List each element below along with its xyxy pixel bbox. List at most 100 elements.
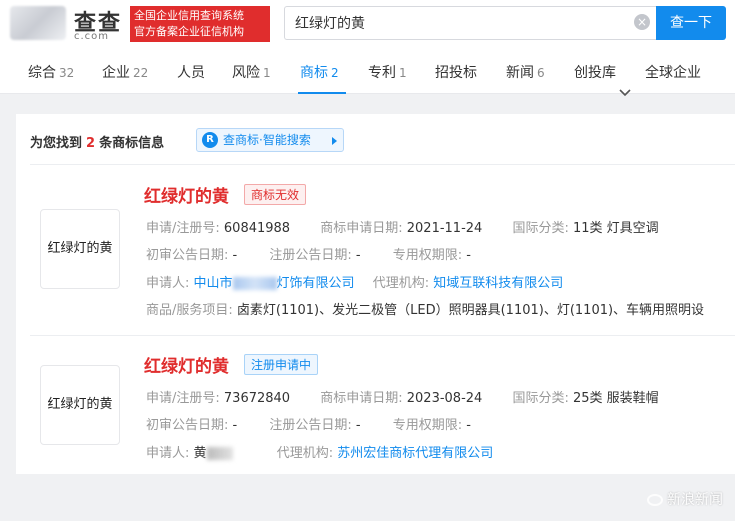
divider xyxy=(30,335,735,336)
reg-no-label: 申请/注册号: xyxy=(146,391,220,406)
search-box xyxy=(284,6,656,40)
exclusive-label: 专用权期限: xyxy=(392,248,463,263)
trademark-row-2: 初审公告日期: - 注册公告日期: - 专用权期限: - xyxy=(146,244,471,263)
tab-companies[interactable]: 企业 22 xyxy=(102,62,148,82)
tab-people[interactable]: 人员 xyxy=(177,62,205,82)
trademark-name[interactable]: 红绿灯的黄 xyxy=(144,352,229,377)
tab-count: 1 xyxy=(399,66,407,80)
agent-label: 代理机构: xyxy=(372,276,430,291)
smart-search-button[interactable]: R 查商标·智能搜索 xyxy=(196,128,344,152)
exclusive-value: - xyxy=(466,248,471,263)
tab-count: 22 xyxy=(133,66,149,80)
applicant-label: 申请人: xyxy=(146,446,190,461)
goods-value: 卤素灯(1101)、发光二极管（LED）照明器具(1101)、灯(1101)、车… xyxy=(236,303,705,318)
status-badge: 商标无效 xyxy=(244,184,307,205)
tab-label: 新闻 xyxy=(506,65,534,81)
trademark-image[interactable]: 红绿灯的黄 xyxy=(40,209,120,289)
prelim-label: 初审公告日期: xyxy=(146,418,229,433)
tab-count: 1 xyxy=(263,66,271,80)
exclusive-label: 专用权期限: xyxy=(392,418,463,433)
apply-date: 2023-08-24 xyxy=(406,391,483,406)
tab-label: 招投标 xyxy=(435,65,477,81)
tab-trademarks[interactable]: 商标 2 xyxy=(300,62,339,82)
apply-date-label: 商标申请日期: xyxy=(320,391,403,406)
tab-bidding[interactable]: 招投标 xyxy=(435,62,477,82)
results-summary: 为您找到 2 条商标信息 xyxy=(30,132,164,151)
arrow-right-icon xyxy=(332,137,337,145)
prelim-value: - xyxy=(232,248,238,263)
found-count: 2 xyxy=(86,136,96,151)
tab-label: 综合 xyxy=(28,65,56,81)
weibo-icon xyxy=(647,494,663,506)
trademark-row-4: 商品/服务项目: 卤素灯(1101)、发光二极管（LED）照明器具(1101)、… xyxy=(146,299,704,318)
trademark-row-2: 初审公告日期: - 注册公告日期: - 专用权期限: - xyxy=(146,414,471,433)
applicant-suffix: 灯饰有限公司 xyxy=(276,276,355,291)
reg-no-label: 申请/注册号: xyxy=(146,221,220,236)
found-suffix: 条商标信息 xyxy=(99,136,165,151)
tab-label: 人员 xyxy=(177,65,205,81)
tab-venture[interactable]: 创投库 xyxy=(574,62,616,82)
tab-label: 风险 xyxy=(232,65,260,81)
logo-mark[interactable] xyxy=(10,6,66,40)
prelim-label: 初审公告日期: xyxy=(146,248,229,263)
tab-all[interactable]: 综合 32 xyxy=(28,62,74,82)
applicant-name[interactable]: 黄 xyxy=(194,446,233,461)
class-label: 国际分类: xyxy=(512,391,569,406)
header-bar: 查查 c.com 全国企业信用查询系统 官方备案企业征信机构 × 查一下 xyxy=(0,0,735,48)
tab-count: 6 xyxy=(537,66,545,80)
chevron-down-icon[interactable] xyxy=(617,88,633,98)
reg-announce-value: - xyxy=(355,248,361,263)
tab-label: 企业 xyxy=(102,65,130,81)
class-value: 11类 灯具空调 xyxy=(572,221,659,236)
active-tab-indicator xyxy=(298,92,346,94)
trademark-row-3: 申请人: 中山市 灯饰有限公司 代理机构: 知域互联科技有限公司 xyxy=(146,272,563,291)
class-value: 25类 服装鞋帽 xyxy=(572,391,659,406)
watermark-text: 新浪新闻 xyxy=(667,492,723,508)
credit-system-badge: 全国企业信用查询系统 官方备案企业征信机构 xyxy=(130,6,270,42)
trademark-row-1: 申请/注册号: 60841988 商标申请日期: 2021-11-24 国际分类… xyxy=(146,217,659,236)
reg-no: 60841988 xyxy=(223,221,291,236)
search-button[interactable]: 查一下 xyxy=(656,6,726,40)
reg-announce-value: - xyxy=(355,418,361,433)
search-input[interactable] xyxy=(285,7,615,39)
applicant-prefix: 黄 xyxy=(193,446,207,461)
agent-link[interactable]: 知域互联科技有限公司 xyxy=(433,276,563,291)
redacted-text xyxy=(232,277,277,290)
trademark-name[interactable]: 红绿灯的黄 xyxy=(144,182,229,207)
tab-global[interactable]: 全球企业 xyxy=(645,62,701,82)
trademark-image[interactable]: 红绿灯的黄 xyxy=(40,365,120,445)
agent-label: 代理机构: xyxy=(276,446,334,461)
reg-announce-label: 注册公告日期: xyxy=(269,418,352,433)
smart-search-label: 查商标·智能搜索 xyxy=(223,133,311,147)
status-badge: 注册申请中 xyxy=(244,354,319,375)
badge-line-2: 官方备案企业征信机构 xyxy=(134,25,244,38)
applicant-label: 申请人: xyxy=(146,276,190,291)
redacted-text xyxy=(206,447,233,460)
reg-no: 73672840 xyxy=(223,391,291,406)
registered-icon: R xyxy=(202,132,218,148)
tab-label: 全球企业 xyxy=(645,65,701,81)
tab-patents[interactable]: 专利 1 xyxy=(368,62,407,82)
trademark-row-3: 申请人: 黄 代理机构: 苏州宏佳商标代理有限公司 xyxy=(146,442,493,461)
results-card: 为您找到 2 条商标信息 R 查商标·智能搜索 红绿灯的黄 红绿灯的黄 商标无效 申… xyxy=(16,114,735,474)
watermark: 新浪新闻 xyxy=(647,489,723,509)
logo-subtext: c.com xyxy=(74,31,110,42)
agent-link[interactable]: 苏州宏佳商标代理有限公司 xyxy=(337,446,493,461)
reg-announce-label: 注册公告日期: xyxy=(269,248,352,263)
applicant-link[interactable]: 中山市 灯饰有限公司 xyxy=(194,276,355,291)
tab-risk[interactable]: 风险 1 xyxy=(232,62,271,82)
clear-icon[interactable]: × xyxy=(634,14,650,30)
trademark-row-1: 申请/注册号: 73672840 商标申请日期: 2023-08-24 国际分类… xyxy=(146,387,659,406)
found-prefix: 为您找到 xyxy=(30,136,83,151)
tab-count: 2 xyxy=(331,66,339,80)
divider xyxy=(30,164,735,165)
apply-date-label: 商标申请日期: xyxy=(320,221,403,236)
tab-count: 32 xyxy=(59,66,75,80)
badge-line-1: 全国企业信用查询系统 xyxy=(134,9,244,22)
goods-label: 商品/服务项目: xyxy=(146,303,233,318)
tab-label: 创投库 xyxy=(574,65,616,81)
tab-news[interactable]: 新闻 6 xyxy=(506,62,545,82)
exclusive-value: - xyxy=(466,418,471,433)
tab-label: 专利 xyxy=(368,65,396,81)
tab-label: 商标 xyxy=(300,65,328,81)
